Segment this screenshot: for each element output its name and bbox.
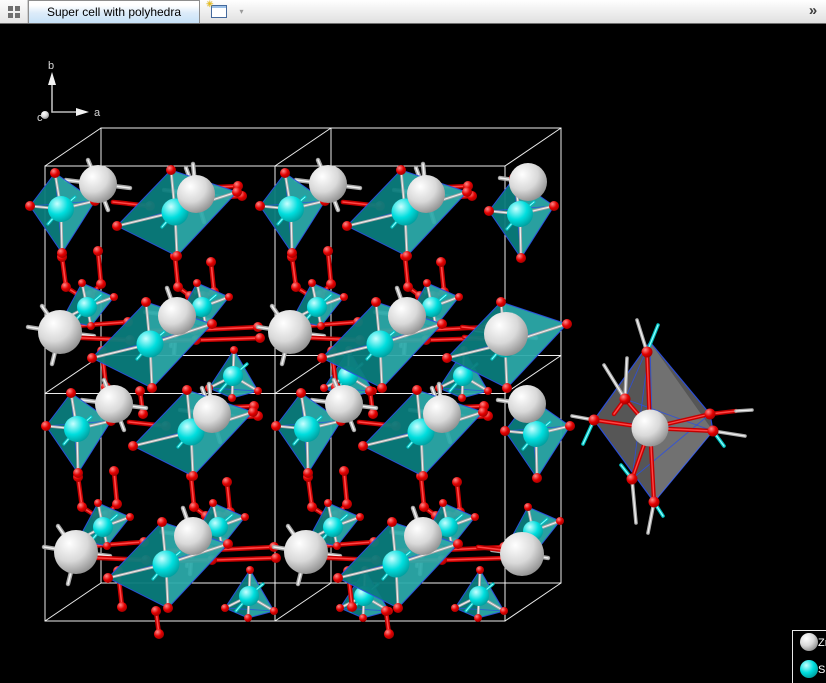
axes-indicator: a b c [37, 60, 101, 124]
legend-label-si: Si [818, 664, 826, 676]
axis-label-c: c [37, 112, 43, 124]
toolbar-overflow-button[interactable]: » [800, 0, 826, 23]
toolbar-spacer [250, 0, 800, 23]
new-view-icon: ✳ [211, 5, 227, 18]
application-window: { "toolbar": { "tab_label": "Super cell … [0, 0, 826, 683]
supercell-tile [255, 160, 495, 419]
tab-label: Super cell with polyhedra [47, 5, 181, 19]
tile-windows-button[interactable] [0, 0, 28, 23]
new-view-dropdown-button[interactable]: ▾ [233, 0, 250, 23]
tile-windows-icon [8, 6, 20, 18]
new-view-button[interactable]: ✳ [205, 0, 233, 23]
crystal-structure [25, 160, 575, 639]
axis-label-b: b [48, 60, 54, 72]
chevron-right-icon: » [809, 3, 817, 21]
sparkle-icon: ✳ [206, 0, 214, 9]
tab-super-cell-with-polyhedra[interactable]: Super cell with polyhedra [28, 0, 200, 23]
supercell-tile [271, 380, 511, 639]
tab-bar: Super cell with polyhedra ✳ ▾ » [0, 0, 826, 24]
legend-label-zr: Zr [818, 637, 826, 649]
structure-viewport[interactable]: abcZrSiO [0, 24, 826, 683]
axis-label-a: a [94, 107, 101, 119]
element-legend: ZrSiO [793, 631, 826, 683]
isolated-zr-polyhedron [572, 320, 752, 533]
chevron-down-icon: ▾ [239, 7, 243, 16]
render-canvas: abcZrSiO [0, 24, 826, 683]
